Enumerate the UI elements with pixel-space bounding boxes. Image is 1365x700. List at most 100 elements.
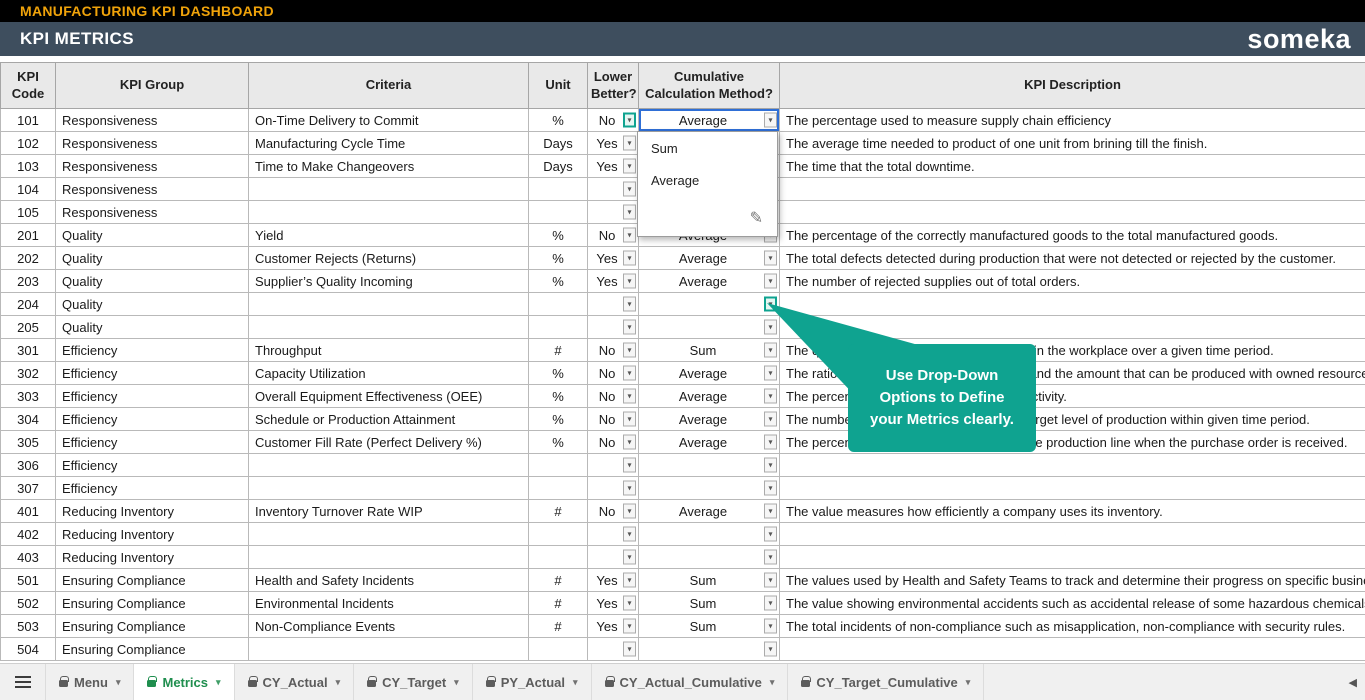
cell-unit[interactable]	[528, 637, 588, 661]
cell-description[interactable]: The values used by Health and Safety Tea…	[779, 568, 1365, 592]
cell-unit[interactable]: %	[528, 223, 588, 247]
cell-criteria[interactable]: Throughput	[248, 338, 529, 362]
sheet-tab-cy_target[interactable]: CY_Target ▾	[354, 664, 473, 700]
cell-lower-better[interactable]: ▾	[587, 315, 639, 339]
cell-criteria[interactable]: Supplier’s Quality Incoming	[248, 269, 529, 293]
cell-kpi-group[interactable]: Responsiveness	[55, 131, 249, 155]
dropdown-arrow-icon[interactable]: ▾	[623, 112, 636, 128]
edit-pencil-icon[interactable]: ✎	[750, 208, 763, 228]
cell-criteria[interactable]	[248, 177, 529, 201]
dropdown-arrow-icon[interactable]: ▾	[764, 388, 777, 404]
cell-kpi-group[interactable]: Responsiveness	[55, 108, 249, 132]
cell-criteria[interactable]	[248, 292, 529, 316]
cell-unit[interactable]: %	[528, 246, 588, 270]
dropdown-arrow-icon[interactable]: ▾	[623, 457, 636, 473]
cell-kpi-code[interactable]: 503	[0, 614, 56, 638]
cell-unit[interactable]: #	[528, 591, 588, 615]
cell-kpi-group[interactable]: Reducing Inventory	[55, 545, 249, 569]
cell-kpi-code[interactable]: 504	[0, 637, 56, 661]
cell-unit[interactable]	[528, 476, 588, 500]
cell-kpi-group[interactable]: Efficiency	[55, 338, 249, 362]
cell-criteria[interactable]: Yield	[248, 223, 529, 247]
cell-lower-better[interactable]: Yes ▾	[587, 154, 639, 178]
cell-description[interactable]: The percentage used to measure supply ch…	[779, 108, 1365, 132]
cell-criteria[interactable]: Capacity Utilization	[248, 361, 529, 385]
cell-kpi-code[interactable]: 204	[0, 292, 56, 316]
cell-unit[interactable]: Days	[528, 131, 588, 155]
cell-kpi-code[interactable]: 304	[0, 407, 56, 431]
cell-kpi-group[interactable]: Reducing Inventory	[55, 522, 249, 546]
cell-kpi-group[interactable]: Quality	[55, 246, 249, 270]
cell-kpi-group[interactable]: Responsiveness	[55, 177, 249, 201]
cell-unit[interactable]	[528, 453, 588, 477]
cell-lower-better[interactable]: ▾	[587, 522, 639, 546]
cell-criteria[interactable]	[248, 453, 529, 477]
cell-kpi-code[interactable]: 302	[0, 361, 56, 385]
dropdown-arrow-icon[interactable]: ▾	[623, 365, 636, 381]
cell-lower-better[interactable]: Yes ▾	[587, 246, 639, 270]
cell-calc-method[interactable]: Average ▾	[638, 499, 780, 523]
cell-lower-better[interactable]: ▾	[587, 200, 639, 224]
cell-calc-method[interactable]: ▾	[638, 292, 780, 316]
dropdown-arrow-icon[interactable]: ▾	[764, 411, 777, 427]
cell-lower-better[interactable]: No ▾	[587, 338, 639, 362]
dropdown-arrow-icon[interactable]: ▾	[623, 227, 636, 243]
dropdown-arrow-icon[interactable]: ▾	[623, 135, 636, 151]
dropdown-arrow-icon[interactable]: ▾	[623, 181, 636, 197]
cell-unit[interactable]	[528, 545, 588, 569]
dropdown-arrow-icon[interactable]: ▾	[764, 319, 777, 335]
cell-description[interactable]: The value measures how efficiently a com…	[779, 499, 1365, 523]
cell-description[interactable]	[779, 522, 1365, 546]
cell-kpi-code[interactable]: 501	[0, 568, 56, 592]
dropdown-arrow-icon[interactable]: ▾	[764, 641, 777, 657]
cell-calc-method[interactable]: Average ▾	[638, 246, 780, 270]
cell-lower-better[interactable]: Yes ▾	[587, 614, 639, 638]
cell-calc-method[interactable]: Average ▾	[638, 269, 780, 293]
cell-lower-better[interactable]: ▾	[587, 292, 639, 316]
cell-kpi-code[interactable]: 303	[0, 384, 56, 408]
cell-kpi-group[interactable]: Ensuring Compliance	[55, 637, 249, 661]
dropdown-arrow-icon[interactable]: ▾	[764, 549, 777, 565]
cell-lower-better[interactable]: ▾	[587, 637, 639, 661]
cell-lower-better[interactable]: No ▾	[587, 223, 639, 247]
cell-description[interactable]	[779, 476, 1365, 500]
cell-unit[interactable]: %	[528, 430, 588, 454]
cell-lower-better[interactable]: No ▾	[587, 499, 639, 523]
dropdown-arrow-icon[interactable]: ▾	[623, 388, 636, 404]
cell-kpi-code[interactable]: 301	[0, 338, 56, 362]
cell-criteria[interactable]	[248, 637, 529, 661]
cell-lower-better[interactable]: Yes ▾	[587, 568, 639, 592]
dropdown-arrow-icon[interactable]: ▾	[764, 572, 777, 588]
cell-kpi-group[interactable]: Quality	[55, 292, 249, 316]
cell-criteria[interactable]	[248, 200, 529, 224]
dropdown-arrow-icon[interactable]: ▾	[623, 319, 636, 335]
cell-calc-method[interactable]: Average ▾	[638, 384, 780, 408]
cell-criteria[interactable]: Schedule or Production Attainment	[248, 407, 529, 431]
cell-description[interactable]: The percentage of the correctly manufact…	[779, 223, 1365, 247]
cell-kpi-code[interactable]: 402	[0, 522, 56, 546]
dropdown-arrow-icon[interactable]: ▾	[764, 342, 777, 358]
cell-unit[interactable]	[528, 200, 588, 224]
cell-criteria[interactable]: On-Time Delivery to Commit	[248, 108, 529, 132]
cell-calc-method[interactable]: ▾	[638, 522, 780, 546]
sheet-tab-cy_actual_cumulative[interactable]: CY_Actual_Cumulative ▾	[592, 664, 789, 700]
cell-kpi-group[interactable]: Reducing Inventory	[55, 499, 249, 523]
cell-lower-better[interactable]: Yes ▾	[587, 131, 639, 155]
sheet-tab-py_actual[interactable]: PY_Actual ▾	[473, 664, 592, 700]
cell-description[interactable]: The total defects detected during produc…	[779, 246, 1365, 270]
dropdown-arrow-icon[interactable]: ▾	[623, 641, 636, 657]
cell-calc-method[interactable]: Average ▾	[638, 430, 780, 454]
cell-calc-method[interactable]: Sum ▾	[638, 338, 780, 362]
cell-unit[interactable]	[528, 177, 588, 201]
cell-kpi-code[interactable]: 202	[0, 246, 56, 270]
cell-unit[interactable]: %	[528, 361, 588, 385]
cell-description[interactable]: The number of rejected supplies out of t…	[779, 269, 1365, 293]
dropdown-arrow-icon[interactable]: ▾	[623, 342, 636, 358]
cell-kpi-code[interactable]: 306	[0, 453, 56, 477]
dropdown-arrow-icon[interactable]: ▾	[764, 457, 777, 473]
cell-kpi-group[interactable]: Ensuring Compliance	[55, 568, 249, 592]
cell-description[interactable]	[779, 292, 1365, 316]
cell-unit[interactable]: #	[528, 338, 588, 362]
cell-unit[interactable]: %	[528, 269, 588, 293]
cell-lower-better[interactable]: ▾	[587, 545, 639, 569]
